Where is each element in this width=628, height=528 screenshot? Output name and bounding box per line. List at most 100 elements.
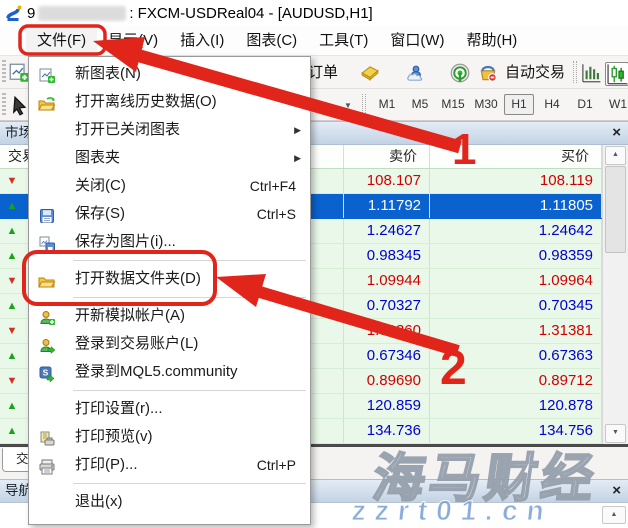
file-menu-item[interactable]: 图表夹▶ — [29, 144, 310, 172]
cursor-icon[interactable] — [10, 96, 30, 116]
candlestick-icon[interactable] — [605, 62, 628, 86]
menu-bar: 文件(F) 显示(V) 插入(I) 图表(C) 工具(T) 窗口(W) 帮助(H… — [0, 26, 628, 56]
file-menu-item[interactable]: 打开数据文件夹(D) — [29, 265, 310, 293]
up-arrow-icon: ▲ — [0, 194, 24, 218]
menu-item-label: 新图表(N) — [75, 65, 141, 82]
sell-price-cell[interactable]: 120.859 — [344, 394, 430, 418]
file-menu-item[interactable]: 打开离线历史数据(O) — [29, 88, 310, 116]
menu-item-label: 登录到MQL5.community — [75, 363, 238, 380]
buy-price-cell[interactable]: 0.67363 — [430, 344, 602, 368]
menu-item-label: 图表夹 — [75, 149, 120, 166]
file-menu-item[interactable]: 保存为图片(i)... — [29, 228, 310, 256]
sell-price-cell[interactable]: 1.24627 — [344, 219, 430, 243]
new-chart-toolbar-icon[interactable] — [9, 63, 29, 83]
file-menu-item[interactable]: 关闭(C)Ctrl+F4 — [29, 172, 310, 200]
new-account-icon — [38, 308, 56, 324]
sell-price-cell[interactable]: 1.31360 — [344, 319, 430, 343]
close-icon[interactable]: × — [612, 480, 621, 502]
print-icon — [38, 457, 56, 473]
menu-view[interactable]: 显示(V) — [97, 26, 169, 55]
column-header-buy[interactable]: 买价 — [430, 145, 602, 168]
market-watch-scrollbar[interactable]: ▲ ▼ — [602, 145, 628, 444]
menu-separator — [73, 483, 306, 484]
autotrading-button[interactable]: 自动交易 — [505, 56, 565, 89]
menu-charts[interactable]: 图表(C) — [235, 26, 308, 55]
file-menu-item[interactable]: 退出(x) — [29, 488, 310, 516]
menu-item-label: 登录到交易账户(L) — [75, 335, 198, 352]
tf-h1[interactable]: H1 — [504, 94, 534, 115]
dropdown-caret-icon[interactable]: ▼ — [344, 101, 352, 110]
menu-separator — [73, 260, 306, 261]
file-menu-item[interactable]: 打印(P)...Ctrl+P — [29, 451, 310, 479]
file-menu-item[interactable]: 打印设置(r)... — [29, 395, 310, 423]
community-icon[interactable] — [406, 63, 426, 83]
menu-item-label: 退出(x) — [75, 493, 123, 510]
tf-m15[interactable]: M15 — [438, 94, 468, 115]
scrollbar-thumb[interactable] — [605, 166, 626, 253]
sell-price-cell[interactable]: 1.11792 — [344, 194, 430, 218]
tf-h4[interactable]: H4 — [537, 94, 567, 115]
window-title: 9 : FXCM-USDReal04 - [AUDUSD,H1] — [27, 5, 373, 22]
save-picture-icon — [38, 234, 56, 250]
menu-item-label: 关闭(C) — [75, 177, 126, 194]
market-icon[interactable] — [478, 63, 498, 83]
file-menu-item[interactable]: 打印预览(v) — [29, 423, 310, 451]
menu-file[interactable]: 文件(F) — [26, 26, 97, 55]
toolbar-grip[interactable] — [2, 93, 6, 116]
file-menu-popup: 新图表(N) 打开离线历史数据(O) 打开已关闭图表▶图表夹▶关闭(C)Ctrl+F… — [28, 56, 311, 525]
buy-price-cell[interactable]: 120.878 — [430, 394, 602, 418]
buy-price-cell[interactable]: 1.31381 — [430, 319, 602, 343]
buy-price-cell[interactable]: 1.11805 — [430, 194, 602, 218]
file-menu-item[interactable]: 开新模拟帐户(A) — [29, 302, 310, 330]
file-menu-item[interactable]: 新图表(N) — [29, 60, 310, 88]
toolbar-grip[interactable] — [2, 60, 6, 84]
scroll-down-icon[interactable]: ▼ — [605, 424, 626, 443]
sell-price-cell[interactable]: 0.70327 — [344, 294, 430, 318]
bar-chart-icon[interactable] — [581, 63, 601, 83]
buy-price-cell[interactable]: 0.98359 — [430, 244, 602, 268]
mt4-window: 9 : FXCM-USDReal04 - [AUDUSD,H1] 文件(F) 显… — [0, 0, 628, 528]
no-icon — [38, 150, 56, 166]
file-menu-item[interactable]: S 登录到MQL5.community — [29, 358, 310, 386]
menu-insert[interactable]: 插入(I) — [169, 26, 235, 55]
menu-item-label: 打开已关闭图表 — [75, 121, 180, 138]
no-icon — [38, 122, 56, 138]
tf-w1[interactable]: W1 — [603, 94, 628, 115]
sell-price-cell[interactable]: 108.107 — [344, 169, 430, 193]
file-menu-item[interactable]: 保存(S)Ctrl+S — [29, 200, 310, 228]
tf-m5[interactable]: M5 — [405, 94, 435, 115]
ticket-icon[interactable] — [360, 63, 380, 83]
file-menu-item[interactable]: 登录到交易账户(L) — [29, 330, 310, 358]
open-offline-icon — [38, 94, 56, 110]
save-icon — [38, 206, 56, 222]
buy-price-cell[interactable]: 1.09964 — [430, 269, 602, 293]
toolbar-separator — [573, 61, 577, 83]
menu-tools[interactable]: 工具(T) — [308, 26, 379, 55]
buy-price-cell[interactable]: 0.70345 — [430, 294, 602, 318]
tf-m1[interactable]: M1 — [372, 94, 402, 115]
column-header-sell[interactable]: 卖价 — [344, 145, 430, 168]
close-icon[interactable]: × — [612, 122, 621, 144]
up-arrow-icon: ▲ — [0, 219, 24, 243]
menu-item-label: 打开离线历史数据(O) — [75, 93, 217, 110]
menu-window[interactable]: 窗口(W) — [379, 26, 455, 55]
sell-price-cell[interactable]: 0.67346 — [344, 344, 430, 368]
up-arrow-icon: ▲ — [0, 244, 24, 268]
menu-item-label: 打印预览(v) — [75, 428, 153, 445]
file-menu-item[interactable]: 打开已关闭图表▶ — [29, 116, 310, 144]
tf-d1[interactable]: D1 — [570, 94, 600, 115]
mql5-icon: S — [38, 364, 56, 380]
buy-price-cell[interactable]: 0.89712 — [430, 369, 602, 393]
sell-price-cell[interactable]: 1.09944 — [344, 269, 430, 293]
sell-price-cell[interactable]: 0.89690 — [344, 369, 430, 393]
tf-m30[interactable]: M30 — [471, 94, 501, 115]
buy-price-cell[interactable]: 108.119 — [430, 169, 602, 193]
scroll-up-icon[interactable]: ▲ — [602, 506, 626, 524]
no-icon — [38, 178, 56, 194]
signals-icon[interactable] — [450, 63, 470, 83]
menu-help[interactable]: 帮助(H) — [455, 26, 528, 55]
scroll-up-icon[interactable]: ▲ — [605, 146, 626, 165]
buy-price-cell[interactable]: 1.24642 — [430, 219, 602, 243]
title-bar: 9 : FXCM-USDReal04 - [AUDUSD,H1] — [0, 0, 628, 26]
sell-price-cell[interactable]: 0.98345 — [344, 244, 430, 268]
